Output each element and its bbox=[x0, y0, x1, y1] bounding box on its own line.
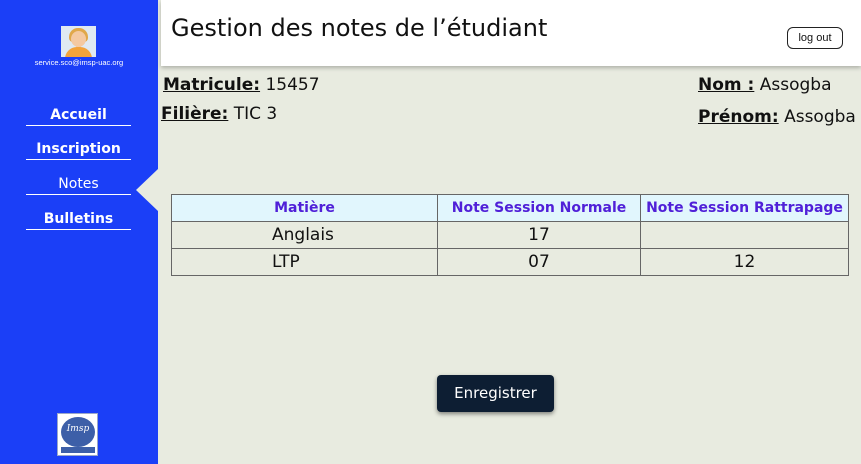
sidebar-item-accueil[interactable]: Accueil bbox=[26, 107, 131, 126]
logout-button[interactable]: log out bbox=[787, 27, 843, 49]
nom-label: Nom : bbox=[698, 75, 755, 95]
matricule-label: Matricule: bbox=[163, 75, 261, 95]
nom-field: Nom : Assogba bbox=[698, 75, 832, 95]
active-item-pointer bbox=[136, 169, 158, 211]
matricule-value: 15457 bbox=[265, 75, 320, 95]
grade-rattrapage-cell[interactable] bbox=[640, 221, 849, 249]
prenom-value: Assogba bbox=[784, 107, 856, 127]
prenom-label: Prénom: bbox=[698, 107, 779, 127]
matricule-field: Matricule: 15457 bbox=[163, 75, 320, 95]
grades-table: Matière Note Session Normale Note Sessio… bbox=[171, 194, 849, 276]
column-header-session-normale: Note Session Normale bbox=[437, 194, 641, 222]
avatar bbox=[61, 26, 96, 57]
table-row: LTP 07 12 bbox=[171, 248, 849, 276]
subject-cell: LTP bbox=[171, 248, 438, 276]
sidebar: service.sco@imsp-uac.org Accueil Inscrip… bbox=[0, 0, 158, 464]
grade-normal-cell[interactable]: 17 bbox=[437, 221, 641, 249]
table-header-row: Matière Note Session Normale Note Sessio… bbox=[171, 194, 849, 222]
filiere-field: Filière: TIC 3 bbox=[161, 104, 277, 124]
filiere-value: TIC 3 bbox=[233, 104, 278, 124]
sidebar-item-notes[interactable]: Notes bbox=[26, 176, 131, 195]
column-header-matiere: Matière bbox=[171, 194, 438, 222]
header: Gestion des notes de l’étudiant log out bbox=[161, 0, 861, 66]
subject-cell: Anglais bbox=[171, 221, 438, 249]
sidebar-item-inscription[interactable]: Inscription bbox=[26, 141, 131, 160]
column-header-session-rattrapage: Note Session Rattrapage bbox=[640, 194, 849, 222]
save-button[interactable]: Enregistrer bbox=[437, 375, 554, 412]
table-row: Anglais 17 bbox=[171, 221, 849, 249]
sidebar-item-bulletins[interactable]: Bulletins bbox=[26, 211, 131, 230]
prenom-field: Prénom: Assogba bbox=[698, 107, 856, 127]
user-email: service.sco@imsp-uac.org bbox=[34, 58, 124, 67]
imsp-logo: Imsp bbox=[57, 413, 98, 456]
filiere-label: Filière: bbox=[161, 104, 229, 124]
page-title: Gestion des notes de l’étudiant bbox=[171, 14, 548, 42]
nom-value: Assogba bbox=[759, 75, 832, 95]
grade-rattrapage-cell[interactable]: 12 bbox=[640, 248, 849, 276]
grade-normal-cell[interactable]: 07 bbox=[437, 248, 641, 276]
